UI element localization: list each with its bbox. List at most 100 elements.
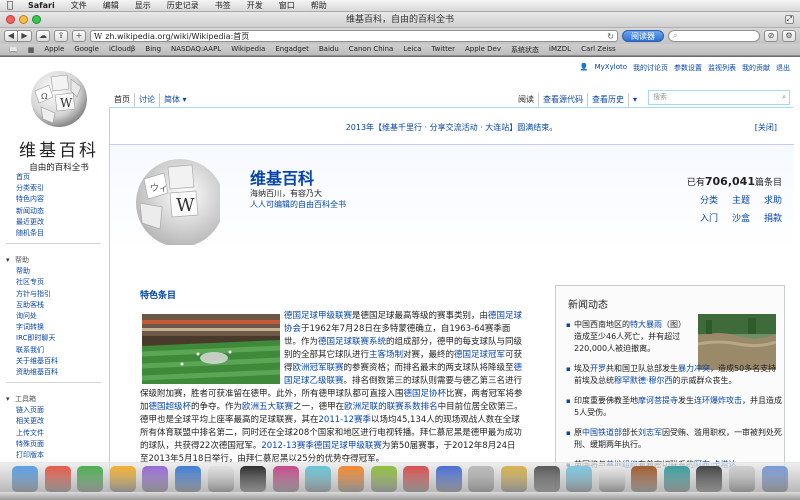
- search-icon[interactable]: ⌕: [782, 91, 786, 104]
- tab-left-1[interactable]: 讨论: [135, 93, 160, 107]
- browser-search-field[interactable]: ⌕: [668, 30, 760, 42]
- dock-app-icon[interactable]: [403, 466, 430, 492]
- dock-app-icon[interactable]: [468, 466, 495, 492]
- address-bar[interactable]: W zh.wikipedia.org/wiki/Wikipedia:首页 ↻: [90, 30, 618, 42]
- dock-app-icon[interactable]: [272, 466, 299, 492]
- article-link[interactable]: 德国超级杯: [149, 402, 192, 412]
- menu-item-1[interactable]: 文件: [63, 0, 95, 12]
- tab-right-1[interactable]: 查看源代码: [539, 93, 588, 107]
- menu-item-3[interactable]: 显示: [127, 0, 159, 12]
- menu-item-7[interactable]: 窗口: [271, 0, 303, 12]
- article-link[interactable]: 2011-12赛季: [319, 415, 372, 425]
- news-link[interactable]: 刘志军: [638, 428, 662, 437]
- sidebar-item[interactable]: 相关更改: [0, 416, 105, 427]
- sidebar-item[interactable]: 打印版本: [0, 450, 105, 461]
- personal-tool-link[interactable]: 监视列表: [708, 63, 736, 73]
- sidebar-item[interactable]: 分类索引: [0, 183, 105, 194]
- article-link[interactable]: 德国足球冠军: [454, 350, 505, 360]
- article-link[interactable]: 欧洲足联的联赛系数排名: [344, 402, 438, 412]
- portal-link[interactable]: 主题: [732, 193, 750, 206]
- portal-link[interactable]: 入门: [700, 211, 718, 224]
- notice-close-link[interactable]: [关闭]: [755, 122, 777, 133]
- reading-list-icon[interactable]: 📖: [4, 46, 23, 54]
- top-sites-icon[interactable]: ▦: [23, 46, 40, 54]
- news-link[interactable]: 开罗: [590, 364, 606, 373]
- portal-link[interactable]: 分类: [700, 193, 718, 206]
- dock-app-icon[interactable]: [337, 466, 364, 492]
- bookmark-item[interactable]: iCloudβ: [104, 45, 140, 55]
- news-link[interactable]: 暴力冲突: [678, 364, 710, 373]
- bookmark-item[interactable]: 系统状态: [506, 45, 544, 55]
- article-link[interactable]: 德国足球联赛系统: [318, 337, 386, 347]
- bookmark-item[interactable]: Google: [69, 45, 104, 55]
- tab-right-2[interactable]: 查看历史: [588, 93, 629, 107]
- bookmark-item[interactable]: NASDAQ:AAPL: [166, 45, 226, 55]
- portal-link[interactable]: 沙盒: [732, 211, 750, 224]
- bookmark-item[interactable]: Apple: [39, 45, 69, 55]
- dock-app-icon[interactable]: [566, 466, 593, 492]
- fullscreen-icon[interactable]: ⤢: [785, 15, 794, 24]
- banner-tagline-link[interactable]: 人人可编辑的自由百科全书: [250, 199, 346, 210]
- personal-tool-link[interactable]: 我的贡献: [742, 63, 770, 73]
- personal-tool-link[interactable]: MyXyloto: [595, 63, 627, 73]
- news-link[interactable]: 特大暴雨: [630, 320, 662, 329]
- menu-item-4[interactable]: 历史记录: [159, 0, 207, 12]
- editable-link[interactable]: 人人可编辑的自由百科全书: [250, 200, 346, 209]
- sidebar-item[interactable]: 资助维基百科: [0, 367, 105, 378]
- personal-tool-link[interactable]: 我的讨论页: [633, 63, 668, 73]
- tab-left-0[interactable]: 首页: [110, 93, 135, 107]
- news-link[interactable]: 摩诃菩提寺: [638, 396, 678, 405]
- bookmark-item[interactable]: Bing: [140, 45, 166, 55]
- news-link[interactable]: 中国铁道部: [582, 428, 622, 437]
- wiki-search-input[interactable]: 搜索 ⌕: [648, 90, 790, 105]
- sidebar-section-tools[interactable]: ▾ 工具箱: [0, 393, 105, 405]
- sidebar-item[interactable]: 最近更改: [0, 217, 105, 228]
- dock-app-icon[interactable]: [598, 466, 625, 492]
- tab-right-3[interactable]: ▾: [629, 93, 641, 107]
- dock-app-icon[interactable]: [44, 466, 71, 492]
- sidebar-item[interactable]: 方针与指引: [0, 289, 105, 300]
- menu-item-2[interactable]: 编辑: [95, 0, 127, 12]
- dock-app-icon[interactable]: [12, 466, 38, 492]
- menu-item-0[interactable]: Safari: [20, 0, 63, 12]
- personal-tool-link[interactable]: 退出: [776, 63, 790, 73]
- sidebar-item[interactable]: 字词转换: [0, 322, 105, 333]
- article-link[interactable]: 德国足协杯: [404, 389, 447, 399]
- sidebar-item[interactable]: 上传文件: [0, 428, 105, 439]
- dock-app-icon[interactable]: [761, 466, 788, 492]
- bookmark-item[interactable]: Wikipedia: [226, 45, 270, 55]
- dock-app-icon[interactable]: [729, 466, 756, 492]
- dock-app-icon[interactable]: [500, 466, 527, 492]
- article-link[interactable]: 2012-13赛季德国足球甲级联赛: [261, 441, 382, 451]
- bookmark-item[interactable]: Apple Dev: [460, 45, 506, 55]
- sidebar-section-help[interactable]: ▾ 帮助: [0, 254, 105, 266]
- personal-tool-link[interactable]: 参数设置: [674, 63, 702, 73]
- reload-icon[interactable]: ↻: [607, 32, 614, 41]
- sidebar-item[interactable]: 特色内容: [0, 194, 105, 205]
- tab-right-0[interactable]: 阅读: [514, 93, 539, 107]
- stop-button[interactable]: ⊘: [764, 30, 778, 42]
- sidebar-item[interactable]: 询问处: [0, 311, 105, 322]
- dock-app-icon[interactable]: [305, 466, 332, 492]
- article-link[interactable]: 主客场制: [369, 350, 403, 360]
- sidebar-item[interactable]: IRC即时聊天: [0, 333, 105, 344]
- bookmark-item[interactable]: Twitter: [427, 45, 460, 55]
- sidebar-item[interactable]: 随机条目: [0, 228, 105, 239]
- flood-photo-icon[interactable]: [698, 314, 776, 370]
- article-link[interactable]: 欧洲冠军联赛: [293, 363, 344, 373]
- dock-app-icon[interactable]: [663, 466, 690, 492]
- apple-menu-icon[interactable]: : [0, 0, 20, 12]
- article-link[interactable]: 德国足球甲级联赛: [284, 311, 352, 321]
- article-link[interactable]: 欧洲五大联赛: [242, 402, 293, 412]
- forward-button[interactable]: ▶: [18, 30, 32, 42]
- add-bookmark-button[interactable]: +: [72, 30, 86, 42]
- sidebar-item[interactable]: 新闻动态: [0, 206, 105, 217]
- dock-app-icon[interactable]: [240, 466, 267, 492]
- dock-app-icon[interactable]: [109, 466, 136, 492]
- sidebar-item[interactable]: 联系我们: [0, 345, 105, 356]
- news-link[interactable]: 连环爆炸攻击: [694, 396, 742, 405]
- bookmark-item[interactable]: Baidu: [314, 45, 344, 55]
- reader-button[interactable]: 阅读器: [622, 30, 664, 42]
- bookmark-item[interactable]: Canon China: [344, 45, 399, 55]
- extension-button[interactable]: ⚙: [782, 30, 796, 42]
